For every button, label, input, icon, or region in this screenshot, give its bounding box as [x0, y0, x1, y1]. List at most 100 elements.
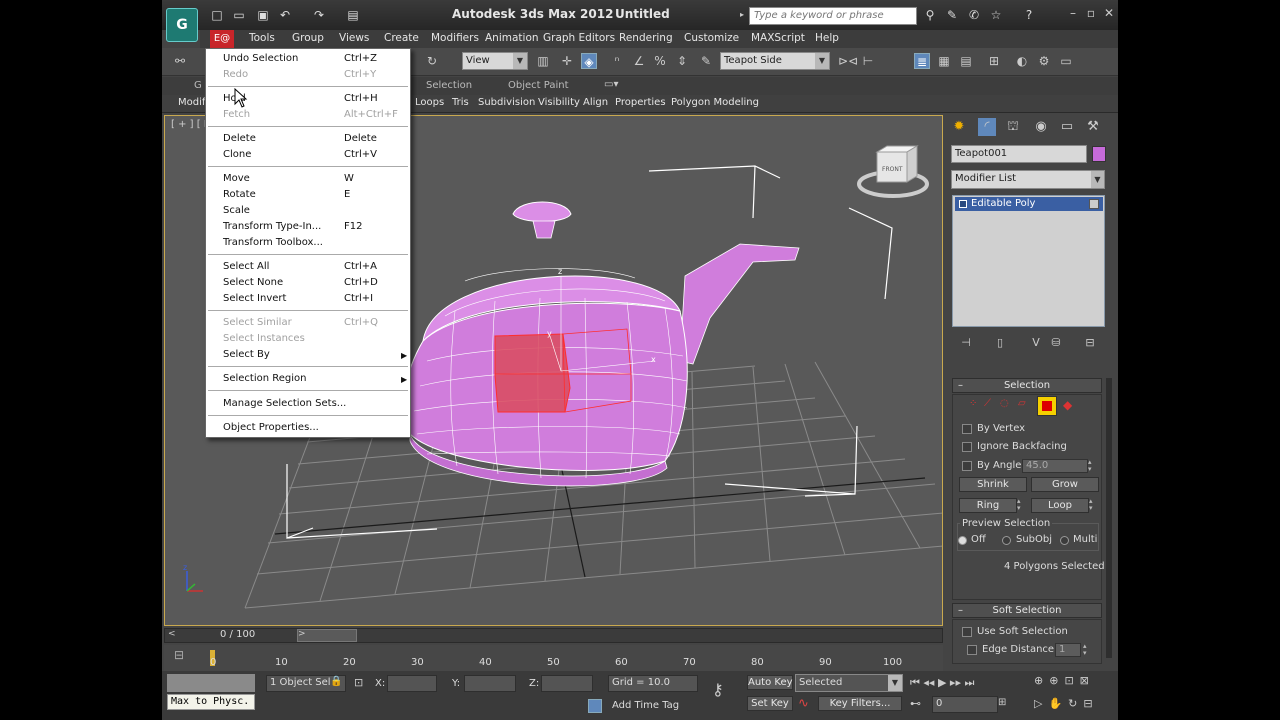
playback-controls[interactable]: ⏮ ◂◂ ▶ ▸▸ ⏭	[910, 676, 974, 690]
ribbon-options-icon[interactable]: ▭▾	[604, 79, 618, 90]
pan-icon[interactable]: ✋	[1048, 697, 1068, 710]
time-slider[interactable]	[164, 628, 943, 643]
subscription-icon[interactable]: ✎	[945, 8, 959, 22]
layer-manager-icon[interactable]: ≣	[914, 53, 930, 69]
edge-mode-icon[interactable]: ⟋	[984, 398, 991, 409]
next-frame-icon[interactable]: >	[298, 629, 306, 639]
open-file-icon[interactable]: ▭	[232, 8, 246, 22]
teapot-model[interactable]	[374, 201, 800, 487]
loop-spinner-icon[interactable]: ▴ ▾	[1089, 498, 1099, 513]
lock-selection-icon[interactable]: 🔒	[330, 676, 342, 687]
by-angle-checkbox[interactable]	[962, 461, 972, 471]
spinner-arrows-icon[interactable]: ▴ ▾	[1088, 459, 1096, 473]
menu-item-rotate[interactable]: Rotate	[223, 189, 256, 200]
navigation-controls-top[interactable]: ⊕⊕⊡⊠	[1034, 674, 1095, 687]
show-end-result-icon[interactable]: ▯	[992, 336, 1008, 350]
motion-tab-icon[interactable]: ◉	[1032, 118, 1050, 136]
menu-maxscript[interactable]: MAXScript	[751, 32, 805, 44]
rendered-frame-icon[interactable]: ▭	[1058, 53, 1074, 69]
ribbon-align[interactable]: Align	[583, 97, 608, 108]
ribbon-tab-graphite[interactable]: G	[194, 80, 202, 91]
grow-button[interactable]: Grow	[1031, 477, 1099, 492]
set-key-large-icon[interactable]: ⚷	[712, 680, 724, 699]
make-unique-icon[interactable]: V	[1028, 336, 1044, 350]
time-slider-thumb[interactable]	[297, 629, 357, 642]
graphite-toggle-icon[interactable]: ▦	[936, 53, 952, 69]
pin-stack-icon[interactable]: ⊣	[958, 336, 974, 350]
key-mode-toggle-icon[interactable]: ⊷	[910, 697, 921, 710]
zoom-extents-icon[interactable]: ⊡	[1064, 674, 1079, 687]
menu-item-scale[interactable]: Scale	[223, 205, 250, 216]
spinner-arrows-icon[interactable]: ▴ ▾	[1083, 643, 1091, 657]
menu-create[interactable]: Create	[384, 32, 419, 44]
named-selection-set-dropdown[interactable]: Teapot Side ▼	[720, 52, 830, 70]
ribbon-tris[interactable]: Tris	[452, 97, 469, 108]
stack-item-editable-poly[interactable]: Editable Poly	[955, 197, 1103, 211]
menu-item-fetch[interactable]: Fetch	[223, 109, 250, 120]
menu-item-select-invert[interactable]: Select Invert	[223, 293, 286, 304]
menu-tools[interactable]: Tools	[249, 32, 275, 44]
menu-item-delete[interactable]: Delete	[223, 133, 256, 144]
new-file-icon[interactable]: □	[210, 8, 224, 22]
menu-customize[interactable]: Customize	[684, 32, 739, 44]
menu-graph-editors[interactable]: Graph Editors	[543, 32, 615, 44]
field-of-view-icon[interactable]: ▷	[1034, 697, 1048, 710]
minimize-icon[interactable]: –	[1066, 6, 1080, 20]
curve-editor-icon[interactable]: ▤	[958, 53, 974, 69]
menu-views[interactable]: Views	[339, 32, 369, 44]
viewcube[interactable]: FRONT	[857, 145, 929, 198]
spinner-snap-icon[interactable]: ⇕	[674, 53, 690, 69]
selected-polygons[interactable]	[494, 333, 571, 413]
menu-item-manage-selection-sets[interactable]: Manage Selection Sets...	[223, 398, 346, 409]
align-icon[interactable]: ⊢	[860, 53, 876, 69]
vertex-mode-icon[interactable]: ⁘	[969, 398, 977, 409]
snaps-toggle-icon[interactable]: ⁿ	[609, 53, 625, 69]
mini-curve-editor-icon[interactable]: ⊟	[174, 648, 184, 662]
project-folder-icon[interactable]: ▤	[346, 8, 360, 22]
ring-button[interactable]: Ring	[959, 498, 1017, 513]
use-soft-selection-checkbox[interactable]	[962, 627, 972, 637]
object-color-swatch[interactable]	[1092, 146, 1106, 162]
zoom-all-icon[interactable]: ⊕	[1049, 674, 1064, 687]
menu-item-clone[interactable]: Clone	[223, 149, 251, 160]
y-coordinate-field[interactable]	[464, 675, 516, 692]
zoom-icon[interactable]: ⊕	[1034, 674, 1049, 687]
communication-icon[interactable]: ✆	[967, 8, 981, 22]
current-frame-field[interactable]: 0	[932, 696, 998, 713]
search-expand-icon[interactable]: ▸	[740, 10, 744, 19]
ribbon-loops[interactable]: Loops	[415, 97, 444, 108]
angle-spinner[interactable]: 45.0	[1022, 459, 1088, 473]
ribbon-subdivision[interactable]: Subdivision	[478, 97, 535, 108]
menu-item-select-by[interactable]: Select By	[223, 349, 270, 360]
ribbon-tab-selection[interactable]: Selection	[426, 80, 472, 91]
previous-frame-icon[interactable]: <	[168, 629, 176, 639]
material-editor-icon[interactable]: ◐	[1014, 53, 1030, 69]
menu-item-select-similar[interactable]: Select Similar	[223, 317, 292, 328]
display-tab-icon[interactable]: ▭	[1058, 118, 1076, 136]
select-and-manipulate-icon[interactable]: ◈	[581, 53, 597, 69]
menu-modifiers[interactable]: Modifiers	[431, 32, 479, 44]
redo-icon[interactable]: ↷	[312, 8, 326, 22]
restore-icon[interactable]: ▫	[1084, 6, 1098, 20]
menu-help[interactable]: Help	[815, 32, 839, 44]
mirror-icon[interactable]: ⊳⊲	[838, 53, 858, 69]
help-icon[interactable]: ?	[1022, 8, 1036, 22]
selection-rollout-header[interactable]: – Selection	[952, 378, 1102, 393]
add-time-tag-button[interactable]: Add Time Tag	[612, 700, 679, 711]
polygon-mode-button[interactable]	[1037, 396, 1057, 416]
listener-upper-field[interactable]	[167, 674, 255, 692]
app-logo-button[interactable]: G	[166, 8, 198, 42]
schematic-view-icon[interactable]: ⊞	[986, 53, 1002, 69]
play-icon[interactable]: ▶	[938, 676, 946, 689]
menu-item-transform-type-in[interactable]: Transform Type-In...	[223, 221, 321, 232]
x-coordinate-field[interactable]	[387, 675, 437, 692]
menu-group[interactable]: Group	[292, 32, 324, 44]
maxscript-listener[interactable]: Max to Physc.	[167, 694, 255, 710]
undo-icon[interactable]: ↶	[278, 8, 292, 22]
zoom-extents-all-icon[interactable]: ⊠	[1080, 674, 1095, 687]
utilities-tab-icon[interactable]: ⚒	[1084, 118, 1102, 136]
configure-modifier-sets-icon[interactable]: ⊟	[1082, 336, 1098, 350]
save-icon[interactable]: ▣	[256, 8, 270, 22]
chevron-down-icon[interactable]: ▼	[1091, 171, 1104, 188]
next-frame-icon[interactable]: ▸▸	[950, 676, 961, 689]
